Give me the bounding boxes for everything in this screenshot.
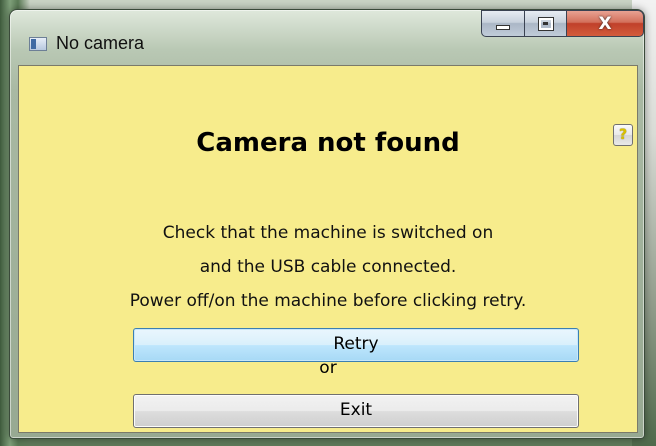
help-icon: ? [618, 127, 628, 143]
message-line: Power off/on the machine before clicking… [129, 291, 527, 311]
message-line: Check that the machine is switched on [162, 223, 494, 243]
message-line: and the USB cable connected. [199, 257, 457, 277]
window-title: No camera [56, 33, 145, 53]
close-button[interactable]: X [567, 10, 644, 37]
minimize-button[interactable] [481, 10, 525, 37]
or-label: or [319, 358, 337, 378]
help-button[interactable]: ? [613, 124, 633, 146]
maximize-button[interactable] [525, 10, 567, 37]
close-icon: X [598, 13, 612, 34]
caption-buttons: X [481, 10, 644, 38]
dialog-message: Check that the machine is switched on an… [19, 216, 637, 318]
dialog-heading: Camera not found [196, 128, 460, 158]
retry-button[interactable]: Retry [133, 328, 579, 362]
title-bar[interactable]: No camera X [10, 10, 644, 64]
minimize-icon [496, 25, 510, 30]
maximize-icon [537, 16, 554, 31]
dialog-content: Camera not found ? Check that the machin… [18, 65, 638, 433]
app-window-icon[interactable] [29, 37, 47, 51]
exit-button[interactable]: Exit [133, 394, 579, 428]
dialog-window: No camera X Camera not found ? Check tha… [9, 9, 645, 439]
